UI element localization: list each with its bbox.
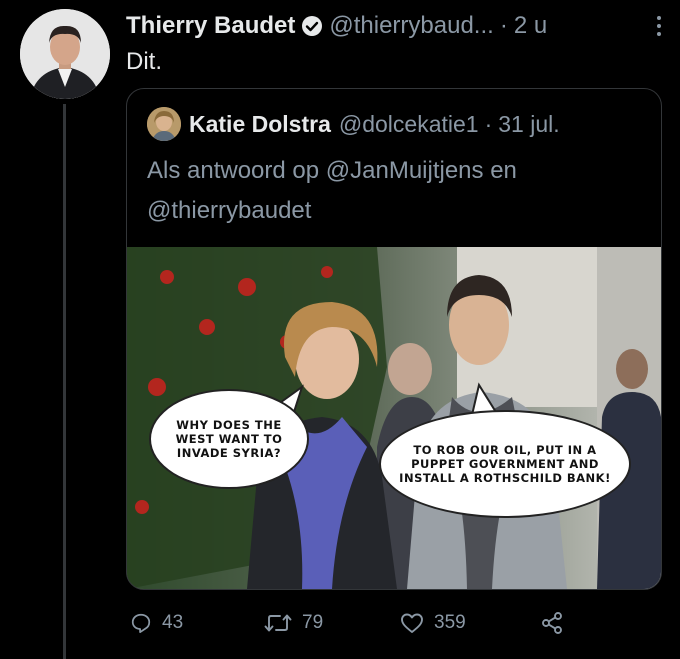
quoted-reply-context: Als antwoord op @JanMuijtjens en @thierr… [147, 157, 517, 224]
heart-icon [401, 613, 423, 633]
speech-bubble-right: TO ROB OUR OIL, PUT IN A PUPPET GOVERNME… [379, 410, 631, 518]
like-count: 359 [434, 612, 466, 633]
reply-button[interactable]: 43 [130, 612, 264, 634]
author-name[interactable]: Thierry Baudet [126, 12, 295, 40]
speech-bubble-left: WHY DOES THE WEST WANT TO INVADE SYRIA? [149, 389, 309, 489]
share-icon [542, 612, 562, 634]
quoted-tweet-header: Katie Dolstra @dolcekatie1 · 31 jul. [147, 107, 560, 141]
reply-icon [131, 613, 151, 634]
tweet-action-bar: 43 79 359 [130, 606, 650, 640]
tweet-timestamp[interactable]: 2 u [514, 12, 547, 40]
tweet-header: Thierry Baudet @thierrybaud... · 2 u [126, 8, 666, 44]
quoted-meme-image[interactable]: WHY DOES THE WEST WANT TO INVADE SYRIA? … [127, 247, 661, 589]
like-button[interactable]: 359 [400, 612, 540, 634]
quoted-author-avatar [147, 107, 181, 141]
retweet-button[interactable]: 79 [264, 612, 400, 634]
retweet-count: 79 [302, 612, 324, 633]
quoted-timestamp: 31 jul. [498, 110, 560, 137]
verified-badge-icon [301, 15, 323, 37]
tweet-text: Dit. [126, 48, 162, 75]
share-button[interactable] [540, 611, 564, 635]
thread-line [63, 104, 66, 659]
more-options-icon[interactable] [654, 14, 664, 38]
quoted-tweet[interactable]: Katie Dolstra @dolcekatie1 · 31 jul. Als… [126, 88, 662, 590]
reply-count: 43 [162, 612, 184, 633]
separator-dot: · [484, 110, 493, 137]
retweet-icon [264, 614, 292, 632]
author-avatar[interactable] [20, 9, 110, 99]
separator-dot: · [499, 12, 508, 39]
quoted-author-name: Katie Dolstra [189, 110, 331, 137]
author-handle[interactable]: @thierrybaud... [329, 12, 493, 40]
quoted-author-handle: @dolcekatie1 [338, 110, 479, 137]
author-photo [20, 9, 110, 99]
